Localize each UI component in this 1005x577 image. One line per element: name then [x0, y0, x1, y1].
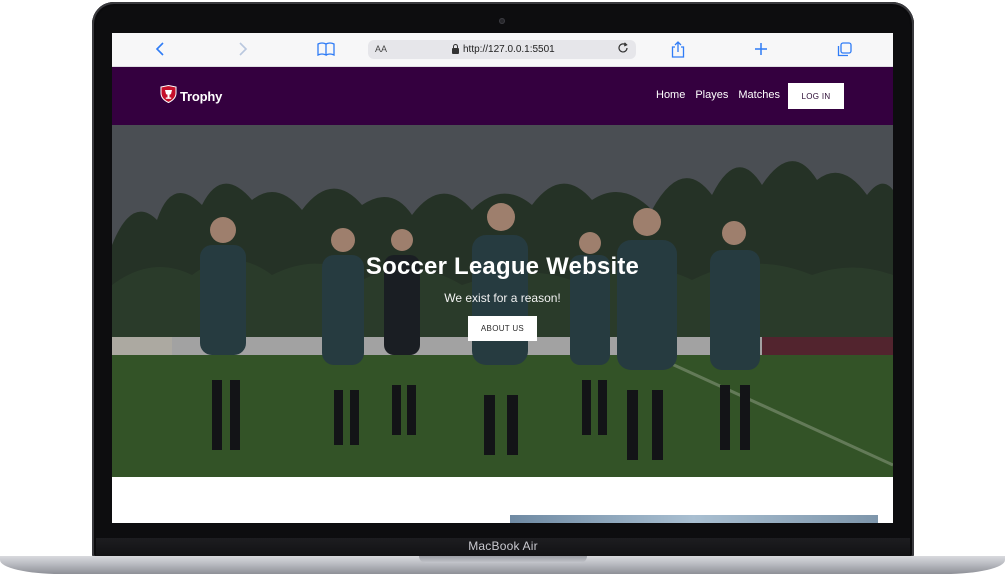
- book-icon[interactable]: [315, 39, 337, 59]
- login-button[interactable]: LOG IN: [788, 83, 844, 109]
- laptop-chin: MacBook Air: [96, 538, 910, 556]
- url-text: http://127.0.0.1:5501: [463, 44, 555, 55]
- nav-link-matches[interactable]: Matches: [738, 89, 780, 101]
- brand-logo[interactable]: Trophy: [160, 84, 223, 108]
- reload-icon[interactable]: [617, 42, 629, 57]
- camera-icon: [499, 18, 505, 24]
- hero-section: Soccer League Website We exist for a rea…: [112, 125, 893, 477]
- section-image-peek: [510, 515, 878, 523]
- share-icon[interactable]: [667, 39, 689, 59]
- browser-toolbar: AA http://127.0.0.1:5501: [112, 33, 893, 67]
- nav-link-players[interactable]: Playes: [695, 89, 728, 101]
- laptop-notch: [419, 556, 587, 563]
- text-size-button[interactable]: AA: [375, 44, 387, 54]
- chevron-right-icon[interactable]: [232, 39, 254, 59]
- about-us-button[interactable]: ABOUT US: [468, 316, 537, 341]
- url-bar[interactable]: AA http://127.0.0.1:5501: [368, 40, 636, 59]
- brand-name: Trophy: [180, 89, 223, 104]
- plus-icon[interactable]: [750, 39, 772, 59]
- device-label: MacBook Air: [468, 539, 538, 553]
- hero-title: Soccer League Website: [365, 253, 640, 280]
- lock-icon: [452, 43, 459, 54]
- site-navbar: Trophy Home Playes Matches LOG IN: [112, 67, 893, 125]
- main-nav: Home Playes Matches: [656, 89, 780, 101]
- nav-link-home[interactable]: Home: [656, 89, 685, 101]
- hero-subtitle: We exist for a reason!: [444, 291, 561, 305]
- browser-screen: AA http://127.0.0.1:5501 Trophy Home Pla…: [112, 33, 893, 523]
- chevron-left-icon[interactable]: [149, 39, 171, 59]
- tabs-icon[interactable]: [833, 39, 855, 59]
- shield-logo-icon: [160, 84, 177, 108]
